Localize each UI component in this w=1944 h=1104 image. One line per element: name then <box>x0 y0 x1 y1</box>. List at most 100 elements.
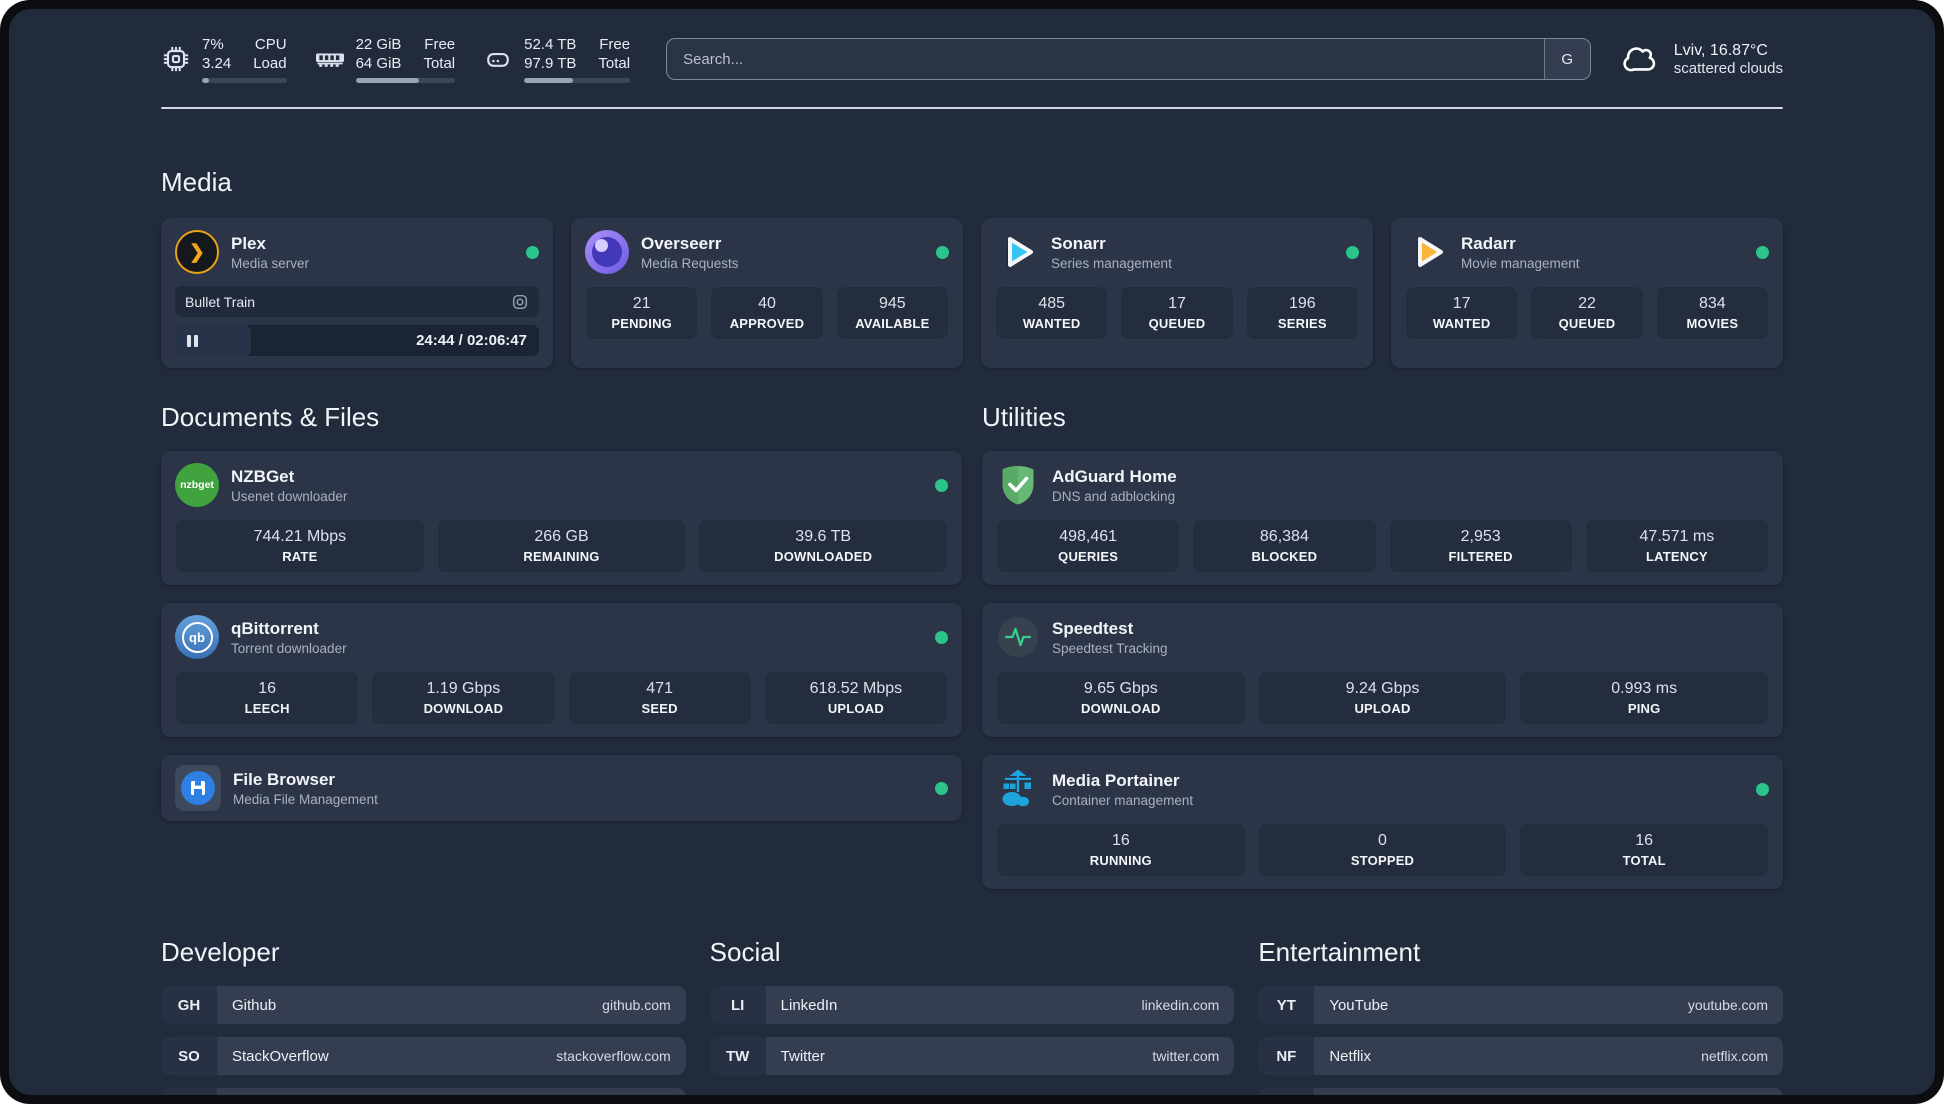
section-title-documents: Documents & Files <box>161 402 380 433</box>
cloud-icon <box>1623 43 1661 75</box>
window-frame: 7% 3.24 CPU Load 22 GiB 64 GiB Free Tota… <box>0 0 1944 1104</box>
bookmark-abbr: LI <box>709 986 766 1025</box>
dashboard: 7% 3.24 CPU Load 22 GiB 64 GiB Free Tota… <box>9 9 1935 1095</box>
section-title-social: Social <box>709 937 781 968</box>
disk-icon <box>483 44 513 74</box>
memory-meter <box>355 78 456 84</box>
bookmark-reddit[interactable]: RE Reddit reddit.com <box>1258 1088 1783 1095</box>
app-title: File Browser <box>233 769 336 789</box>
bookmark-netflix[interactable]: NF Netflix netflix.com <box>1258 1037 1783 1076</box>
section-title-developer: Developer <box>161 937 280 968</box>
app-card-qbittorrent[interactable]: qb qBittorrent Torrent downloader 16 LEE… <box>161 603 962 738</box>
bookmark-stackoverflow[interactable]: SO StackOverflow stackoverflow.com <box>161 1037 686 1076</box>
cpu-label-bottom: Load <box>253 55 287 73</box>
app-title: qBittorrent <box>231 618 319 638</box>
stat-seed: 471 SEED <box>567 671 752 726</box>
bookmark-youtube[interactable]: YT YouTube youtube.com <box>1258 986 1783 1025</box>
storage-total: 97.9 TB <box>524 55 577 73</box>
section-title-utilities: Utilities <box>982 402 1066 433</box>
settings-icon[interactable] <box>511 293 529 311</box>
app-card-nzbget[interactable]: nzbget NZBGet Usenet downloader 744.21 M… <box>161 451 962 586</box>
stat-available: 945 AVAILABLE <box>835 286 949 341</box>
stat-queued: 22 QUEUED <box>1530 286 1644 341</box>
entertainment-column: Entertainment YT YouTube youtube.com NF … <box>1258 907 1783 1095</box>
app-subtitle: Series management <box>1051 255 1172 271</box>
app-card-plex[interactable]: ❯ Plex Media server Bullet Train 24:44 /… <box>161 218 553 369</box>
memory-total: 64 GiB <box>355 55 402 73</box>
filebrowser-icon <box>175 765 221 812</box>
section-title-media: Media <box>161 167 232 198</box>
now-playing-row: Bullet Train <box>175 286 539 318</box>
bookmark-url: linkedin.com <box>1141 997 1220 1014</box>
stat-latency: 47.571 ms LATENCY <box>1584 519 1769 574</box>
app-card-radarr[interactable]: Radarr Movie management 17 WANTED 22 QUE… <box>1391 218 1783 369</box>
developer-column: Developer GH Github github.com SO StackO… <box>161 907 686 1095</box>
overseerr-icon <box>585 230 629 275</box>
bookmark-github[interactable]: GH Github github.com <box>161 986 686 1025</box>
bookmark-abbr: YT <box>1258 986 1315 1025</box>
bookmark-abbr: RE <box>1258 1088 1315 1095</box>
stat-leech: 16 LEECH <box>175 671 360 726</box>
plex-icon: ❯ <box>175 230 219 275</box>
app-title: Sonarr <box>1051 233 1106 253</box>
app-title: AdGuard Home <box>1052 466 1177 486</box>
app-subtitle: Media Requests <box>641 255 739 271</box>
search-engine-button[interactable]: G <box>1543 39 1590 80</box>
app-card-overseerr[interactable]: Overseerr Media Requests 21 PENDING 40 A… <box>571 218 963 369</box>
bookmark-name: StackOverflow <box>232 1047 329 1065</box>
section-title-entertainment: Entertainment <box>1258 937 1421 968</box>
header-divider <box>161 107 1783 110</box>
weather-condition: scattered clouds <box>1673 59 1783 77</box>
stat-series: 196 SERIES <box>1245 286 1359 341</box>
app-card-sonarr[interactable]: Sonarr Series management 485 WANTED 17 Q… <box>981 218 1373 369</box>
app-card-portainer[interactable]: Media Portainer Container management 16 … <box>982 755 1783 890</box>
bookmark-twitter[interactable]: TW Twitter twitter.com <box>709 1037 1235 1076</box>
pause-icon[interactable] <box>187 334 198 347</box>
bookmark-name: LinkedIn <box>780 996 838 1014</box>
bookmark-abbr: TW <box>709 1037 766 1076</box>
stat-upload: 618.52 Mbps UPLOAD <box>763 671 948 726</box>
qbittorrent-icon: qb <box>175 615 219 660</box>
bookmark-url: twitter.com <box>1152 1048 1220 1065</box>
bookmark-dev[interactable]: DT DEV dev.to <box>161 1088 686 1095</box>
memory-label-top: Free <box>424 36 456 53</box>
adguard-icon <box>996 463 1040 507</box>
stat-pending: 21 PENDING <box>585 286 699 341</box>
bookmark-name: Netflix <box>1329 1047 1372 1065</box>
app-card-speedtest[interactable]: Speedtest Speedtest Tracking 9.65 Gbps D… <box>982 603 1783 738</box>
stat-wanted: 17 WANTED <box>1405 286 1519 341</box>
sonarr-icon <box>995 230 1039 274</box>
bookmark-linkedin[interactable]: LI LinkedIn linkedin.com <box>709 986 1235 1025</box>
status-dot <box>935 781 948 795</box>
app-card-adguard[interactable]: AdGuard Home DNS and adblocking 498,461 … <box>982 451 1783 586</box>
cpu-meter <box>202 78 287 84</box>
storage-label-top: Free <box>599 36 631 53</box>
cpu-usage: 7% <box>202 36 224 53</box>
stat-blocked: 86,384 BLOCKED <box>1192 519 1377 574</box>
nzbget-icon: nzbget <box>175 463 219 508</box>
memory-free: 22 GiB <box>355 36 402 53</box>
utilities-column: Utilities AdGuard Home DNS and adblockin… <box>982 368 1783 907</box>
bookmark-abbr: GH <box>161 986 217 1025</box>
app-title: Media Portainer <box>1052 770 1180 790</box>
bookmark-url: github.com <box>602 997 671 1014</box>
app-subtitle: Container management <box>1052 792 1194 808</box>
search-input[interactable] <box>667 39 1544 80</box>
now-playing-title: Bullet Train <box>185 293 256 310</box>
app-subtitle: DNS and adblocking <box>1052 488 1176 504</box>
weather-widget: Lviv, 16.87°C scattered clouds <box>1623 42 1783 77</box>
social-column: Social LI LinkedIn linkedin.com TW Twitt… <box>709 907 1235 1088</box>
app-card-filebrowser[interactable]: File Browser Media File Management <box>161 755 962 822</box>
status-dot <box>936 245 949 259</box>
memory-label-bottom: Total <box>423 55 456 73</box>
status-dot <box>1756 245 1769 259</box>
speedtest-icon <box>996 615 1040 659</box>
app-subtitle: Media File Management <box>233 791 378 807</box>
bookmark-url: stackoverflow.com <box>556 1048 671 1065</box>
app-subtitle: Speedtest Tracking <box>1052 640 1168 656</box>
portainer-icon <box>996 767 1040 811</box>
storage-stat: 52.4 TB 97.9 TB Free Total <box>483 35 631 84</box>
stat-upload: 9.24 Gbps UPLOAD <box>1257 671 1508 726</box>
status-dot <box>1756 782 1769 796</box>
storage-meter <box>524 78 631 84</box>
